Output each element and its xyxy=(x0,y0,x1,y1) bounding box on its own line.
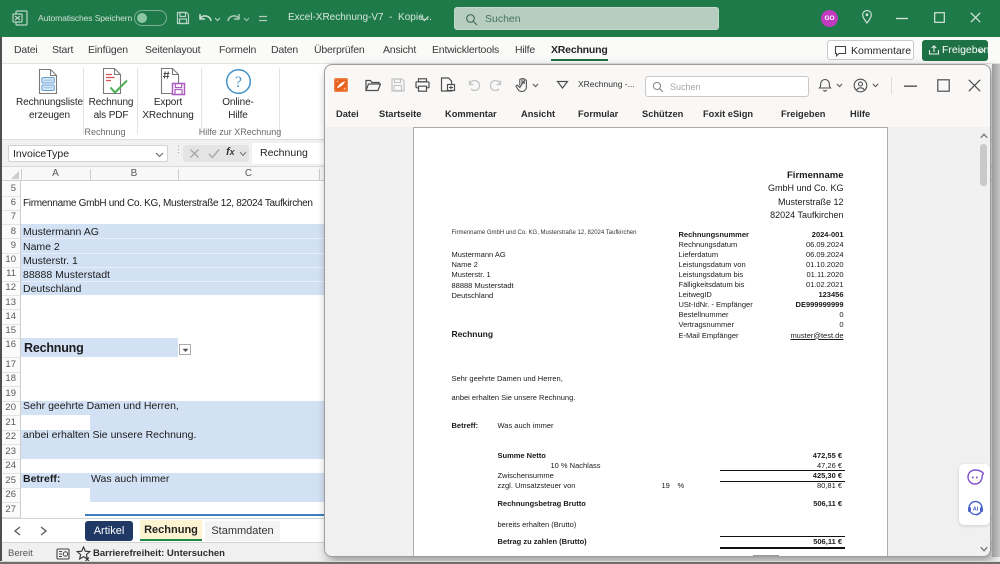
svg-text:?: ? xyxy=(235,74,242,91)
svg-text:AI: AI xyxy=(973,507,979,513)
